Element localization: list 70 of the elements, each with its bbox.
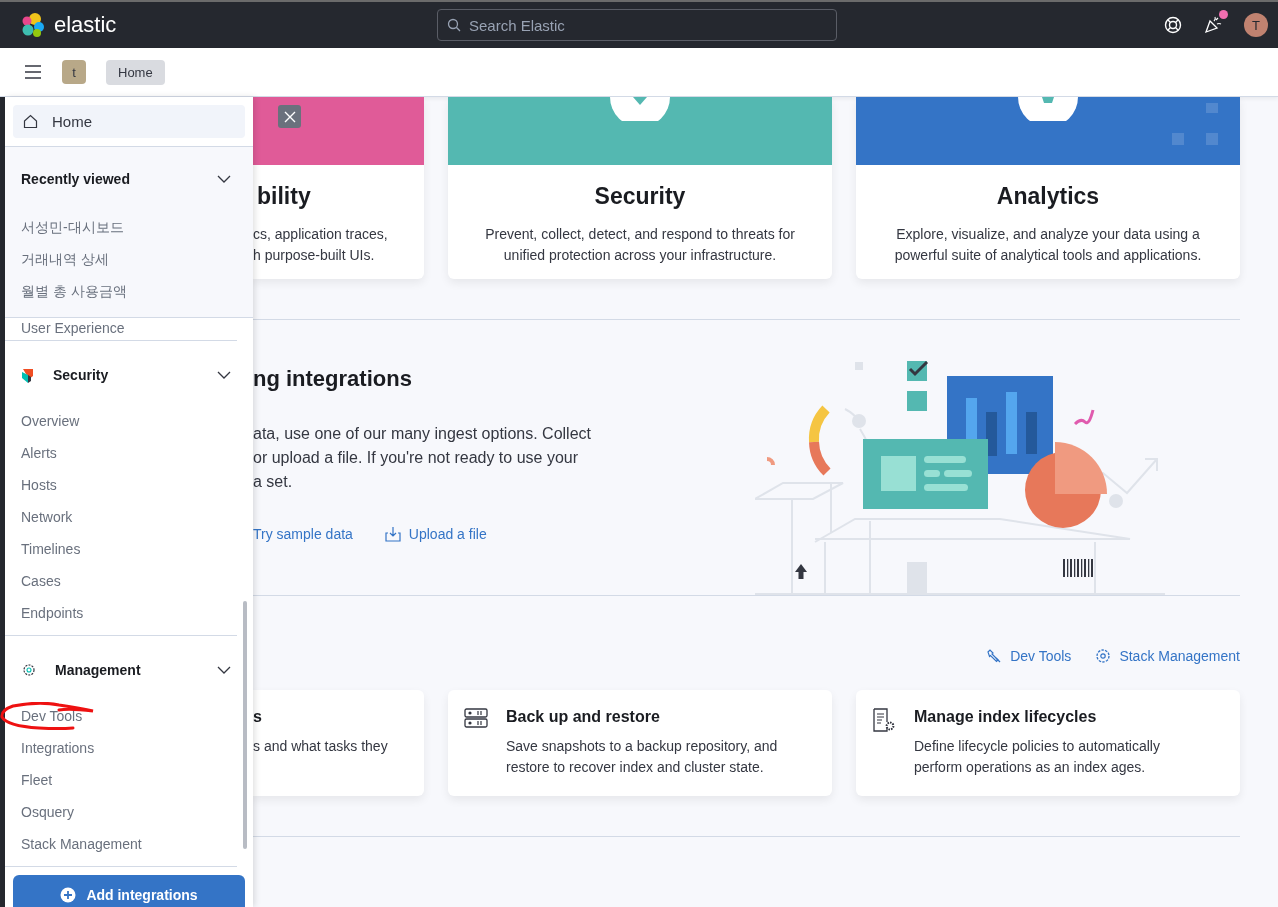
nav-link[interactable]: Timelines — [5, 533, 237, 565]
recent-item-link[interactable]: 월별 총 사용금액 — [5, 275, 253, 307]
shield-logo-icon — [21, 367, 35, 383]
nav-link[interactable]: Stack Management — [5, 828, 237, 860]
document-gear-icon — [872, 708, 896, 732]
solution-description: Explore, visualize, and analyze your data using a powerful suite of analytical tools and applications. — [893, 225, 1203, 265]
solution-card[interactable]: bility cs, application traces, h purpose-built UIs. — [253, 97, 424, 279]
search-icon — [447, 18, 461, 32]
management-card[interactable]: Back up and restore Save snapshots to a backup repository, and restore to recover index and cluster state. — [448, 690, 832, 796]
breadcrumb[interactable]: Home — [106, 59, 165, 85]
management-card[interactable]: s s and what tasks they — [253, 690, 424, 796]
solution-title: Analytics — [995, 183, 1101, 210]
upload-file-link[interactable]: Upload a file — [384, 526, 487, 542]
section-title[interactable]: Management — [55, 662, 141, 678]
nav-link[interactable]: Endpoints — [5, 597, 237, 629]
nav-link[interactable]: Osquery — [5, 796, 237, 828]
logo-icon[interactable] — [20, 12, 46, 38]
close-icon — [283, 110, 296, 123]
card-title: Manage index lifecycles — [914, 708, 1098, 726]
menu-icon — [24, 65, 42, 79]
nav-link[interactable]: Integrations — [5, 732, 237, 764]
wrench-icon — [986, 648, 1003, 664]
card-description: Define lifecycle policies to automatically perform operations as an index ages. — [914, 737, 1160, 777]
home-nav-item[interactable]: Home — [13, 105, 245, 138]
card-description: Save snapshots to a backup repository, and restore to recover index and cluster state. — [506, 737, 778, 777]
add-integrations-button[interactable]: Add integrations — [13, 875, 245, 907]
management-card[interactable]: Manage index lifecycles Define lifecycle policies to automatically perform operations as an index ages. — [856, 690, 1240, 796]
solution-card[interactable]: Analytics Explore, visualize, and analyze your data using a powerful suite of analytical tools and applications. — [856, 97, 1240, 279]
nav-link[interactable]: Overview — [5, 405, 237, 437]
section-title[interactable]: Recently viewed — [21, 171, 130, 187]
chevron-icon[interactable] — [217, 666, 231, 674]
chevron-icon[interactable] — [217, 371, 231, 379]
stack-management-link[interactable]: Stack Management — [1095, 648, 1240, 664]
ingest-description: ata, use one of our many ingest options. Collect or upload a file. If you're not ready to use your a set. — [253, 424, 592, 492]
card-title: Back up and restore — [506, 708, 661, 726]
user-avatar[interactable]: T — [1244, 13, 1268, 37]
nav-link[interactable]: Fleet — [5, 764, 237, 796]
close-button[interactable] — [278, 105, 301, 128]
plus-circle-icon — [60, 887, 77, 903]
upload-icon — [384, 526, 401, 542]
recent-item-link[interactable]: 거래내역 상세 — [5, 243, 253, 275]
solution-title: bility — [256, 183, 312, 210]
solution-title: Security — [593, 183, 687, 210]
nav-link[interactable]: Hosts — [5, 469, 237, 501]
nav-link[interactable]: Dev Tools — [5, 700, 237, 732]
server-icon — [464, 708, 488, 728]
help-icon[interactable] — [1164, 16, 1182, 34]
nav-link[interactable]: User Experience — [5, 318, 237, 338]
card-description: s and what tasks they — [253, 737, 388, 756]
section-heading: ng integrations — [253, 366, 413, 392]
logo-text[interactable]: elastic — [54, 12, 117, 38]
chevron-icon[interactable] — [217, 175, 231, 183]
nav-link[interactable]: Alerts — [5, 437, 237, 469]
solution-description: Prevent, collect, detect, and respond to threats for unified protection across your infrastructure. — [484, 225, 796, 265]
recent-item-link[interactable]: 서성민-대시보드 — [5, 211, 253, 243]
menu-button[interactable] — [24, 65, 42, 79]
sample-data-link[interactable]: Try sample data — [253, 526, 353, 542]
search-field[interactable]: Search Elastic — [437, 9, 837, 41]
nav-link[interactable]: Cases — [5, 565, 237, 597]
solution-card[interactable]: Security Prevent, collect, detect, and respond to threats for unified protection across your infrastructure. — [448, 97, 832, 279]
solution-description: cs, application traces, h purpose-built UIs. — [253, 225, 389, 265]
home-icon — [23, 114, 38, 129]
dev-tools-link[interactable]: Dev Tools — [986, 648, 1072, 664]
card-title: s — [253, 708, 263, 726]
nav-link[interactable]: Network — [5, 501, 237, 533]
space-avatar[interactable]: t — [62, 60, 86, 84]
gear-icon — [1095, 648, 1112, 664]
section-title[interactable]: Security — [53, 367, 109, 383]
party-popper-icon — [1204, 16, 1222, 34]
gear-icon — [21, 662, 37, 678]
